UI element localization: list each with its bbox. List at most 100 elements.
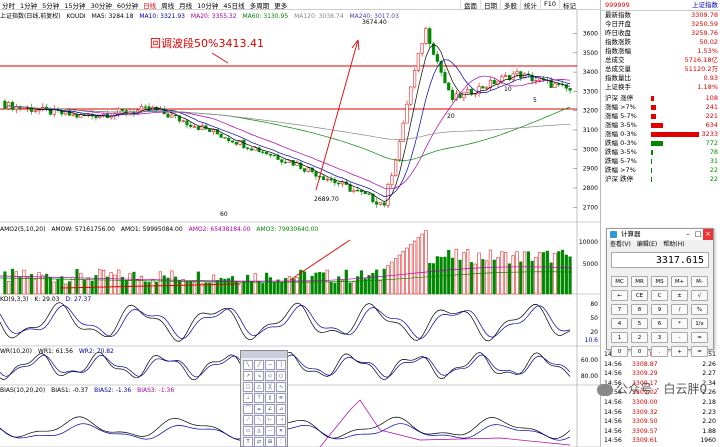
calc-key[interactable]: 0 xyxy=(611,346,628,357)
draw-tool-icon[interactable]: ⟋ xyxy=(243,415,253,425)
ma-label: KOUDI xyxy=(66,13,86,20)
draw-tool-icon[interactable]: ╲ xyxy=(243,360,253,370)
calc-key[interactable]: ← xyxy=(611,290,628,301)
kdj-title: KD(9,3,3) xyxy=(0,296,29,303)
period-tab-2[interactable]: 5分钟 xyxy=(42,0,59,10)
calc-key[interactable]: √ xyxy=(691,290,708,301)
close-icon[interactable]: × xyxy=(703,229,713,240)
calc-key[interactable]: MC xyxy=(611,276,628,287)
draw-tool-icon[interactable]: □ xyxy=(243,382,253,392)
candle xyxy=(120,108,125,111)
draw-tool-icon[interactable]: ↗ xyxy=(243,371,253,381)
period-tab-6[interactable]: 日线 xyxy=(143,0,156,10)
calc-key[interactable]: C xyxy=(651,290,668,301)
calc-key[interactable]: M+ xyxy=(671,276,688,287)
vol-bar xyxy=(306,281,310,295)
candle xyxy=(538,78,542,81)
calc-key[interactable]: - xyxy=(671,332,688,343)
draw-tool-icon[interactable]: ⋯ xyxy=(265,426,275,436)
calc-key[interactable]: 1/x xyxy=(691,318,708,329)
calc-key[interactable]: = xyxy=(691,346,708,357)
draw-tool-icon[interactable]: ─ xyxy=(265,360,275,370)
calc-key[interactable]: 8 xyxy=(631,304,648,315)
calc-key[interactable]: % xyxy=(691,304,708,315)
calc-key[interactable]: 6 xyxy=(651,318,668,329)
calc-key[interactable]: 2 xyxy=(631,332,648,343)
calc-menu-item[interactable]: 帮助(H) xyxy=(663,240,684,249)
period-tab-12[interactable]: 更多 xyxy=(274,0,287,10)
draw-tool-icon[interactable]: ⟍ xyxy=(254,415,264,425)
draw-tool-icon[interactable]: T xyxy=(243,437,253,447)
vol-bar xyxy=(192,282,197,295)
draw-tool-icon[interactable]: ⊣ xyxy=(276,415,286,425)
maximize-icon[interactable]: □ xyxy=(693,229,703,240)
period-tab-11[interactable]: 多周期 xyxy=(250,0,270,10)
minimize-icon[interactable]: – xyxy=(683,229,693,240)
calc-key[interactable]: CE xyxy=(631,290,648,301)
calc-key[interactable]: 3 xyxy=(651,332,668,343)
draw-tool-icon[interactable]: ○ xyxy=(276,371,286,381)
calc-key[interactable]: 0 xyxy=(631,346,648,357)
draw-tool-icon[interactable]: ⊢ xyxy=(265,415,275,425)
right-tab-1[interactable]: 日期 xyxy=(480,0,500,10)
watermark: 公众号 · 白云胖0 xyxy=(597,380,707,397)
quote-label: 指数量比 xyxy=(605,74,631,82)
draw-tool-icon[interactable]: ◬ xyxy=(254,426,264,436)
draw-tool-icon[interactable]: ✕ xyxy=(276,426,286,436)
draw-tool-icon[interactable]: ↘ xyxy=(254,371,264,381)
draw-tool-icon[interactable]: ⊤ xyxy=(254,393,264,403)
draw-tool-icon[interactable]: ◇ xyxy=(265,371,275,381)
draw-tool-icon[interactable]: ⊿ xyxy=(276,404,286,414)
draw-tool-icon[interactable]: ╳ xyxy=(265,382,275,392)
calc-key[interactable]: * xyxy=(671,318,688,329)
calc-key[interactable]: + xyxy=(671,346,688,357)
candle xyxy=(268,153,273,156)
calc-key[interactable]: 9 xyxy=(651,304,668,315)
calc-key[interactable]: = xyxy=(691,332,708,343)
calc-key[interactable]: 5 xyxy=(631,318,648,329)
candle xyxy=(94,115,98,119)
period-tab-9[interactable]: 10分钟 xyxy=(197,0,218,10)
period-tab-0[interactable]: 分时 xyxy=(2,0,15,10)
draw-tool-icon[interactable]: ⌓ xyxy=(254,404,264,414)
calc-key[interactable]: 7 xyxy=(611,304,628,315)
period-tab-10[interactable]: 45日线 xyxy=(223,0,244,10)
calc-key[interactable]: 1 xyxy=(611,332,628,343)
period-tab-4[interactable]: 30分钟 xyxy=(91,0,112,10)
draw-tool-icon[interactable]: ⇄ xyxy=(254,437,264,447)
draw-tool-icon[interactable]: △ xyxy=(254,382,264,392)
calc-key[interactable]: M- xyxy=(691,276,708,287)
calc-key[interactable]: 4 xyxy=(611,318,628,329)
calc-key[interactable]: . xyxy=(651,346,668,357)
right-tab-4[interactable]: F10 xyxy=(540,0,559,10)
toolbox-titlebar[interactable] xyxy=(241,351,287,358)
right-tab-3[interactable]: 统计 xyxy=(520,0,540,10)
calc-key[interactable]: ± xyxy=(671,290,688,301)
draw-tool-icon[interactable]: ▭ xyxy=(243,426,253,436)
draw-tool-icon[interactable]: ∥ xyxy=(265,393,275,403)
period-tab-3[interactable]: 15分钟 xyxy=(64,0,85,10)
draw-tool-icon[interactable]: ∠ xyxy=(265,404,275,414)
calc-key[interactable]: MR xyxy=(631,276,648,287)
draw-tool-icon[interactable]: ∿ xyxy=(276,382,286,392)
calc-key[interactable]: / xyxy=(671,304,688,315)
period-tab-1[interactable]: 1分钟 xyxy=(20,0,37,10)
draw-tool-icon[interactable]: │ xyxy=(276,360,286,370)
calc-menu-item[interactable]: 编辑(E) xyxy=(637,240,657,249)
right-tab-0[interactable]: 盘面 xyxy=(460,0,480,10)
right-tab-5[interactable]: 标记 xyxy=(559,0,579,10)
period-tab-7[interactable]: 周线 xyxy=(161,0,174,10)
draw-tool-icon[interactable]: ⊥ xyxy=(243,393,253,403)
right-tab-2[interactable]: 多股 xyxy=(500,0,520,10)
draw-tool-icon[interactable]: ≡ xyxy=(276,393,286,403)
candle xyxy=(181,120,185,122)
calculator-window[interactable]: 计算器 – □ × 查看(V) 编辑(E) 帮助(H) 3317.615 MC MR M… xyxy=(606,228,714,357)
draw-tool-icon[interactable]: ⊞ xyxy=(265,437,275,447)
period-tab-8[interactable]: 月线 xyxy=(179,0,192,10)
draw-tool-icon[interactable]: ╱ xyxy=(254,360,264,370)
draw-tool-icon[interactable]: ⋮ xyxy=(276,437,286,447)
calc-key[interactable]: MS xyxy=(651,276,668,287)
period-tab-5[interactable]: 60分钟 xyxy=(117,0,138,10)
draw-tool-icon[interactable]: ⌒ xyxy=(243,404,253,414)
calc-menu-item[interactable]: 查看(V) xyxy=(610,240,631,249)
